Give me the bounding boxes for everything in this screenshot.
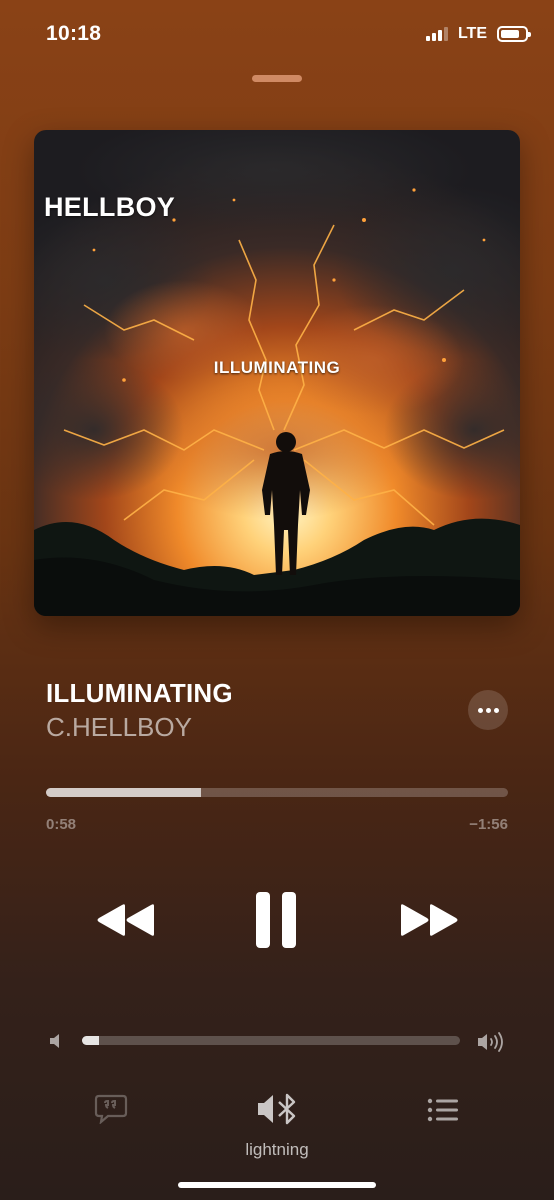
playback-scrubber[interactable] — [46, 788, 508, 797]
speaker-high-icon — [476, 1031, 506, 1058]
home-indicator[interactable] — [178, 1182, 376, 1188]
sheet-grabber[interactable] — [252, 75, 302, 82]
status-bar: 10:18 LTE — [0, 0, 554, 70]
battery-icon — [497, 26, 531, 42]
track-artist[interactable]: C.HELLBOY — [46, 712, 192, 743]
cellular-signal-icon — [425, 27, 448, 41]
artwork-artist-text: HELLBOY — [44, 192, 176, 222]
speaker-bluetooth-icon — [258, 1093, 296, 1125]
rewind-icon — [97, 904, 154, 936]
pause-button[interactable] — [252, 890, 302, 950]
rewind-button[interactable] — [95, 900, 157, 940]
audio-output-button[interactable] — [256, 1092, 300, 1131]
playback-progress-fill — [46, 788, 201, 797]
artwork-title-text: ILLUMINATING — [213, 358, 341, 377]
elapsed-time: 0:58 — [46, 816, 77, 833]
lyrics-button[interactable] — [94, 1094, 128, 1129]
speaker-low-icon — [48, 1033, 64, 1054]
status-indicators: LTE — [425, 25, 531, 43]
pause-icon — [256, 892, 296, 948]
remaining-time: −1:56 — [469, 816, 508, 833]
track-title: ILLUMINATING — [46, 678, 233, 708]
queue-button[interactable] — [427, 1098, 459, 1127]
fast-forward-button[interactable] — [398, 900, 460, 940]
lyrics-bubble-icon — [94, 1094, 128, 1125]
ellipsis-icon — [477, 707, 483, 713]
more-options-button[interactable] — [468, 690, 508, 730]
volume-level-fill — [82, 1036, 99, 1045]
album-artwork: HELLBOY ILLUMINATING — [34, 130, 520, 616]
list-icon — [427, 1098, 458, 1122]
status-time: 10:18 — [46, 22, 102, 45]
fast-forward-icon — [401, 904, 458, 936]
network-type-label: LTE — [457, 25, 487, 42]
output-device-name: lightning — [245, 1140, 309, 1159]
volume-slider[interactable] — [82, 1036, 460, 1045]
